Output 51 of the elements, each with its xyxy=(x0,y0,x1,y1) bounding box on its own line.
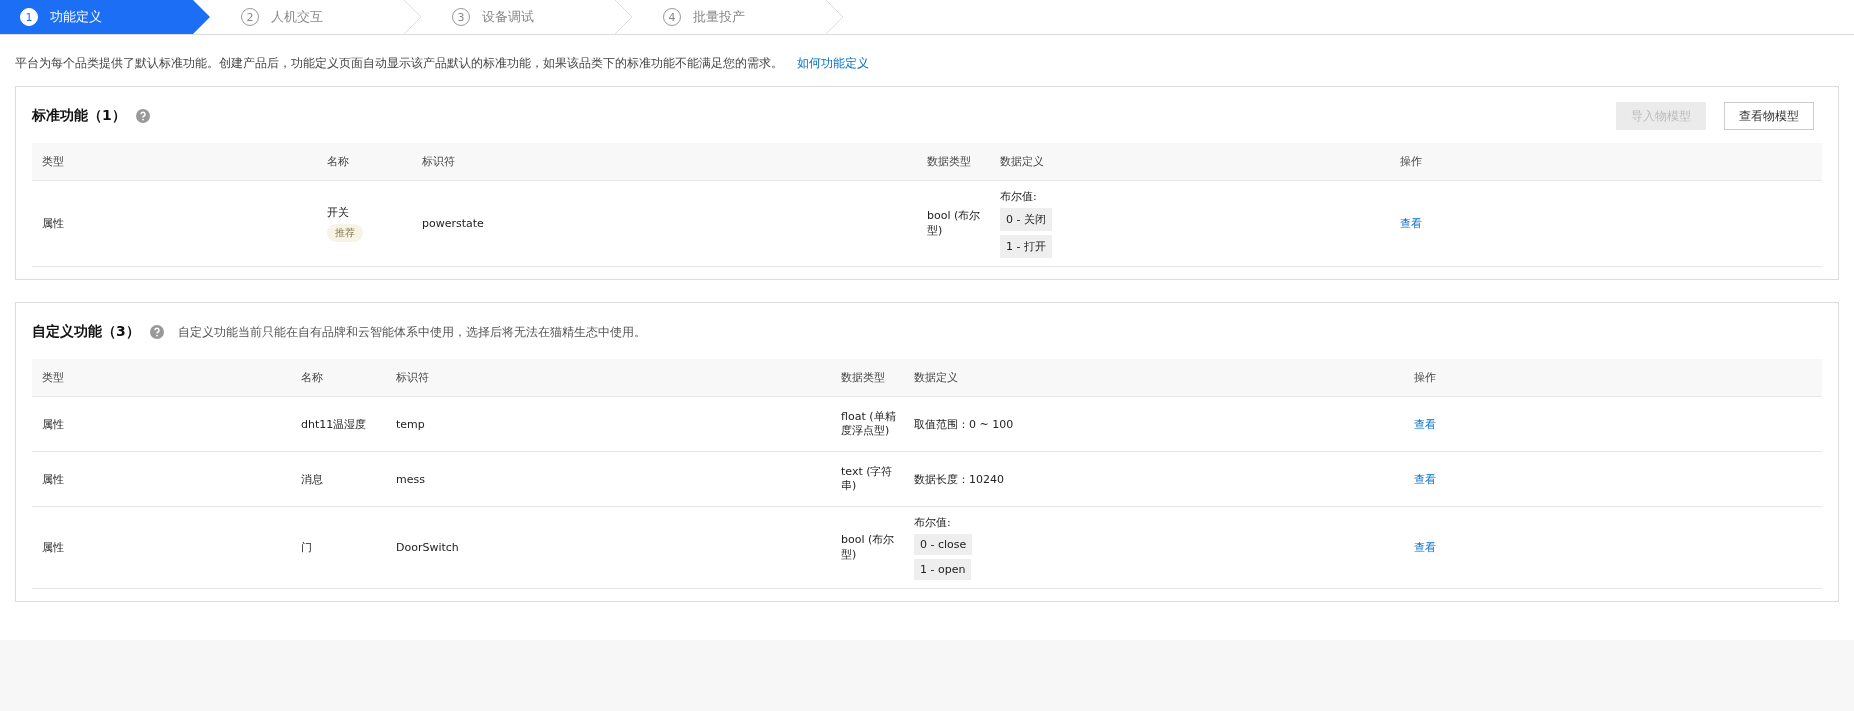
column-header: 操作 xyxy=(1390,143,1822,181)
enum-value: 1 - 打开 xyxy=(1000,235,1052,258)
enum-value: 0 - close xyxy=(914,534,973,555)
data-type-text: bool (布尔型) xyxy=(927,209,982,238)
type-text: 属性 xyxy=(42,216,64,231)
definition-text: 取值范围：0 ~ 100 xyxy=(914,416,1014,432)
column-header: 名称 xyxy=(317,143,412,181)
view-link[interactable]: 查看 xyxy=(1414,540,1436,555)
column-header: 数据类型 xyxy=(831,359,904,397)
identifier-text: DoorSwitch xyxy=(396,541,459,554)
column-header: 操作 xyxy=(1404,359,1822,397)
section-title: 自定义功能（3） xyxy=(32,323,140,341)
view-link[interactable]: 查看 xyxy=(1414,471,1436,487)
name-text: 开关 xyxy=(327,205,349,220)
type-text: 属性 xyxy=(42,540,64,555)
column-header: 数据类型 xyxy=(917,143,990,181)
column-header: 标识符 xyxy=(386,359,831,397)
help-icon[interactable] xyxy=(149,325,164,339)
help-icon[interactable] xyxy=(135,109,150,123)
column-header: 名称 xyxy=(291,359,386,397)
name-text: 消息 xyxy=(301,471,323,487)
enum-value: 0 - 关闭 xyxy=(1000,208,1052,231)
definition-label: 布尔值: xyxy=(914,515,951,530)
recommend-tag: 推荐 xyxy=(327,224,363,242)
identifier-text: powerstate xyxy=(422,217,484,230)
chevron-icon xyxy=(193,0,211,34)
name-text: 门 xyxy=(301,540,312,555)
enum-value: 1 - open xyxy=(914,559,972,580)
data-type-text: bool (布尔型) xyxy=(841,533,896,562)
view-link[interactable]: 查看 xyxy=(1400,216,1422,231)
column-header: 数据定义 xyxy=(904,359,1404,397)
help-link[interactable]: 如何功能定义 xyxy=(797,55,869,72)
name-text: dht11温湿度 xyxy=(301,416,367,432)
step-number: 1 xyxy=(20,8,38,26)
section-title: 标准功能（1） xyxy=(32,107,126,125)
intro-text: 平台为每个品类提供了默认标准功能。创建产品后，功能定义页面自动显示该产品默认的标准功能，如果该品类下的标准功能不能满足您的需求。 xyxy=(15,55,783,72)
model-button[interactable]: 查看物模型 xyxy=(1724,102,1814,130)
identifier-text: mess xyxy=(396,472,425,486)
definition-text: 数据长度：10240 xyxy=(914,471,1004,487)
definition-label: 布尔值: xyxy=(1000,189,1037,204)
data-type-text: text (字符串) xyxy=(841,464,894,494)
type-text: 属性 xyxy=(42,416,64,432)
identifier-text: temp xyxy=(396,417,425,431)
column-header: 类型 xyxy=(32,143,317,181)
column-header: 标识符 xyxy=(412,143,917,181)
section-note: 自定义功能当前只能在自有品牌和云智能体系中使用，选择后将无法在猫精生态中使用。 xyxy=(177,323,646,341)
data-type-text: float (单精度浮点型) xyxy=(841,409,897,439)
column-header: 类型 xyxy=(32,359,291,397)
view-link[interactable]: 查看 xyxy=(1414,416,1436,432)
column-header: 数据定义 xyxy=(990,143,1390,181)
type-text: 属性 xyxy=(42,471,64,487)
